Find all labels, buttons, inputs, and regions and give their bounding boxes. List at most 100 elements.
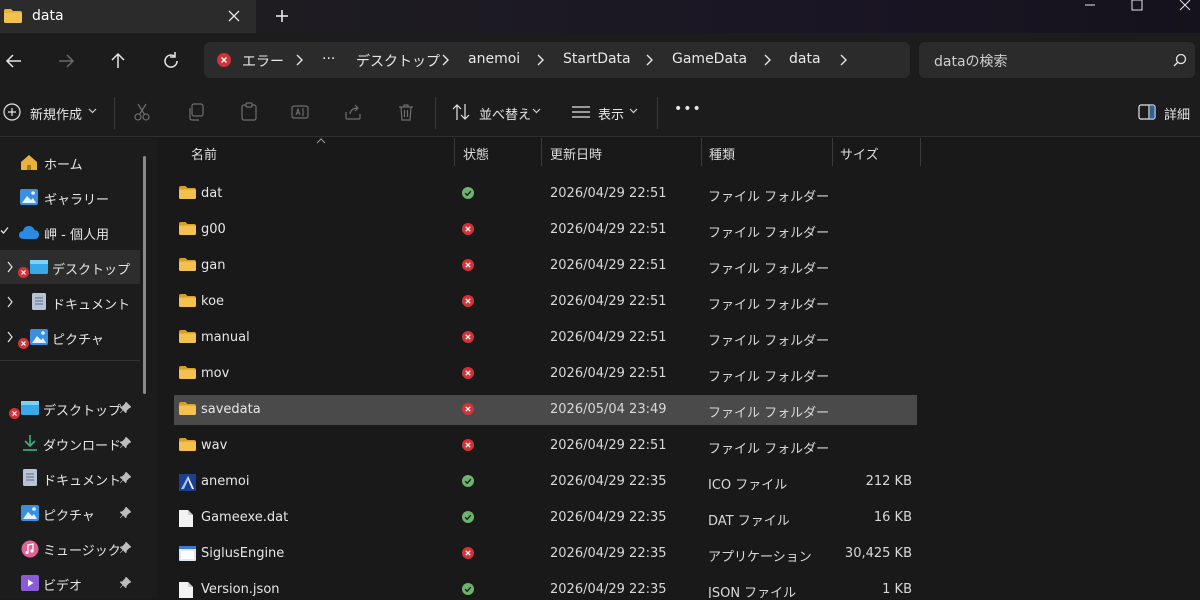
search-box[interactable]: dataの検索: [919, 42, 1195, 78]
cut-icon[interactable]: [132, 102, 152, 122]
column-status[interactable]: 状態: [463, 144, 489, 163]
chevron-down-icon[interactable]: [88, 108, 97, 114]
chevron-right-icon[interactable]: [6, 296, 14, 308]
sidebar-scrollbar[interactable]: [143, 156, 146, 394]
column-divider[interactable]: [541, 138, 542, 166]
rename-icon[interactable]: [290, 102, 310, 122]
breadcrumb-anemoi[interactable]: anemoi: [468, 51, 520, 67]
sidebar-item-pictures[interactable]: ピクチャ: [0, 320, 140, 354]
delete-icon[interactable]: [396, 102, 416, 122]
up-arrow-icon[interactable]: [106, 49, 130, 73]
address-bar[interactable]: エラー ··· デスクトップ anemoi StartData GameData…: [204, 42, 910, 78]
quick-access-music[interactable]: ミュージック: [0, 531, 140, 565]
column-type[interactable]: 種類: [709, 144, 735, 163]
pin-icon[interactable]: [120, 577, 131, 588]
sidebar-item-home[interactable]: ホーム: [0, 145, 140, 179]
file-row-version-json[interactable]: Version.json 2026/04/29 22:35 JSON ファイル 1 K…: [174, 575, 917, 598]
chevron-right-icon[interactable]: [440, 53, 452, 67]
minimize-icon[interactable]: [1075, 0, 1105, 12]
chevron-right-icon[interactable]: [6, 331, 14, 343]
chevron-down-icon[interactable]: [532, 108, 541, 114]
file-row-wav[interactable]: wav 2026/04/29 22:51 ファイル フォルダー: [174, 431, 917, 461]
details-button[interactable]: 詳細: [1164, 104, 1190, 123]
sort-icon[interactable]: [452, 102, 470, 122]
file-row-siglusengine[interactable]: SiglusEngine 2026/04/29 22:35 アプリケーション 30,4…: [174, 539, 917, 569]
new-plus-icon[interactable]: [3, 103, 21, 121]
file-row-mov[interactable]: mov 2026/04/29 22:51 ファイル フォルダー: [174, 359, 917, 389]
forward-arrow-icon[interactable]: [54, 49, 78, 73]
chevron-right-icon[interactable]: [535, 53, 547, 67]
chevron-right-icon[interactable]: [294, 53, 306, 67]
new-button[interactable]: 新規作成: [30, 104, 82, 123]
close-tab-icon[interactable]: [224, 6, 244, 26]
file-name[interactable]: mov: [201, 366, 229, 381]
file-name[interactable]: gan: [201, 258, 225, 273]
file-name[interactable]: manual: [201, 330, 250, 345]
error-label[interactable]: エラー: [242, 51, 284, 71]
quick-access-desktop[interactable]: デスクトップ: [0, 391, 140, 425]
back-arrow-icon[interactable]: [2, 49, 26, 73]
pin-icon[interactable]: [120, 472, 131, 483]
file-row-savedata[interactable]: savedata 2026/05/04 23:49 ファイル フォルダー: [174, 395, 917, 425]
column-divider[interactable]: [701, 138, 702, 166]
breadcrumb-gamedata[interactable]: GameData: [672, 51, 747, 67]
file-row-gameexe-dat[interactable]: Gameexe.dat 2026/04/29 22:35 DAT ファイル 16 KB: [174, 503, 917, 533]
file-row-g00[interactable]: g00 2026/04/29 22:51 ファイル フォルダー: [174, 215, 917, 245]
chevron-right-icon[interactable]: [762, 53, 774, 67]
file-name[interactable]: koe: [201, 294, 224, 309]
close-window-icon[interactable]: [1170, 0, 1200, 12]
chevron-right-icon[interactable]: [6, 261, 14, 273]
quick-access-downloads[interactable]: ダウンロード: [0, 426, 140, 460]
file-name[interactable]: Version.json: [201, 582, 280, 597]
file-row-manual[interactable]: manual 2026/04/29 22:51 ファイル フォルダー: [174, 323, 917, 353]
file-name[interactable]: Gameexe.dat: [201, 510, 288, 525]
breadcrumb-startdata[interactable]: StartData: [563, 51, 631, 67]
view-list-icon[interactable]: [571, 104, 591, 120]
sidebar-item-documents[interactable]: ドキュメント: [0, 285, 140, 319]
pin-icon[interactable]: [120, 402, 131, 413]
column-size[interactable]: サイズ: [840, 144, 879, 163]
copy-icon[interactable]: [186, 102, 206, 122]
details-pane-icon[interactable]: [1138, 104, 1156, 120]
file-name[interactable]: savedata: [201, 402, 261, 417]
quick-access-documents[interactable]: ドキュメント: [0, 461, 140, 495]
file-name[interactable]: SiglusEngine: [201, 546, 284, 561]
refresh-icon[interactable]: [159, 49, 183, 73]
file-row-gan[interactable]: gan 2026/04/29 22:51 ファイル フォルダー: [174, 251, 917, 281]
search-placeholder[interactable]: dataの検索: [934, 51, 1008, 71]
breadcrumb-data[interactable]: data: [789, 51, 821, 67]
column-modified[interactable]: 更新日時: [550, 144, 602, 163]
maximize-icon[interactable]: [1122, 0, 1152, 12]
file-name[interactable]: g00: [201, 222, 226, 237]
breadcrumb-desktop[interactable]: デスクトップ: [356, 51, 440, 71]
file-name[interactable]: anemoi: [201, 474, 249, 489]
sidebar-item-onedrive[interactable]: 岬 - 個人用: [0, 215, 140, 249]
pin-icon[interactable]: [120, 507, 131, 518]
column-divider[interactable]: [832, 138, 833, 166]
column-name[interactable]: 名前: [191, 144, 217, 163]
file-name[interactable]: dat: [201, 186, 222, 201]
chevron-right-icon[interactable]: [838, 53, 850, 67]
file-row-dat[interactable]: dat 2026/04/29 22:51 ファイル フォルダー: [174, 179, 917, 209]
paste-icon[interactable]: [239, 102, 259, 122]
search-icon[interactable]: [1173, 53, 1187, 67]
sidebar-item-desktop[interactable]: デスクトップ: [0, 250, 140, 284]
file-name[interactable]: wav: [201, 438, 227, 453]
file-row-anemoi[interactable]: anemoi 2026/04/29 22:35 ICO ファイル 212 KB: [174, 467, 917, 497]
chevron-down-icon[interactable]: [629, 108, 638, 114]
sidebar-item-gallery[interactable]: ギャラリー: [0, 180, 140, 214]
tab-data[interactable]: data: [0, 0, 256, 33]
quick-access-pictures[interactable]: ピクチャ: [0, 496, 140, 530]
quick-access-videos[interactable]: ビデオ: [0, 566, 140, 600]
column-divider[interactable]: [454, 138, 455, 166]
view-button[interactable]: 表示: [598, 104, 624, 123]
chevron-right-icon[interactable]: [644, 53, 656, 67]
share-icon[interactable]: [343, 102, 363, 122]
column-divider[interactable]: [920, 138, 921, 166]
file-row-koe[interactable]: koe 2026/04/29 22:51 ファイル フォルダー: [174, 287, 917, 317]
new-tab-icon[interactable]: [272, 6, 292, 26]
sort-button[interactable]: 並べ替え: [479, 104, 531, 123]
pin-icon[interactable]: [120, 542, 131, 553]
pin-icon[interactable]: [120, 437, 131, 448]
more-options-button[interactable]: •••: [674, 101, 702, 117]
